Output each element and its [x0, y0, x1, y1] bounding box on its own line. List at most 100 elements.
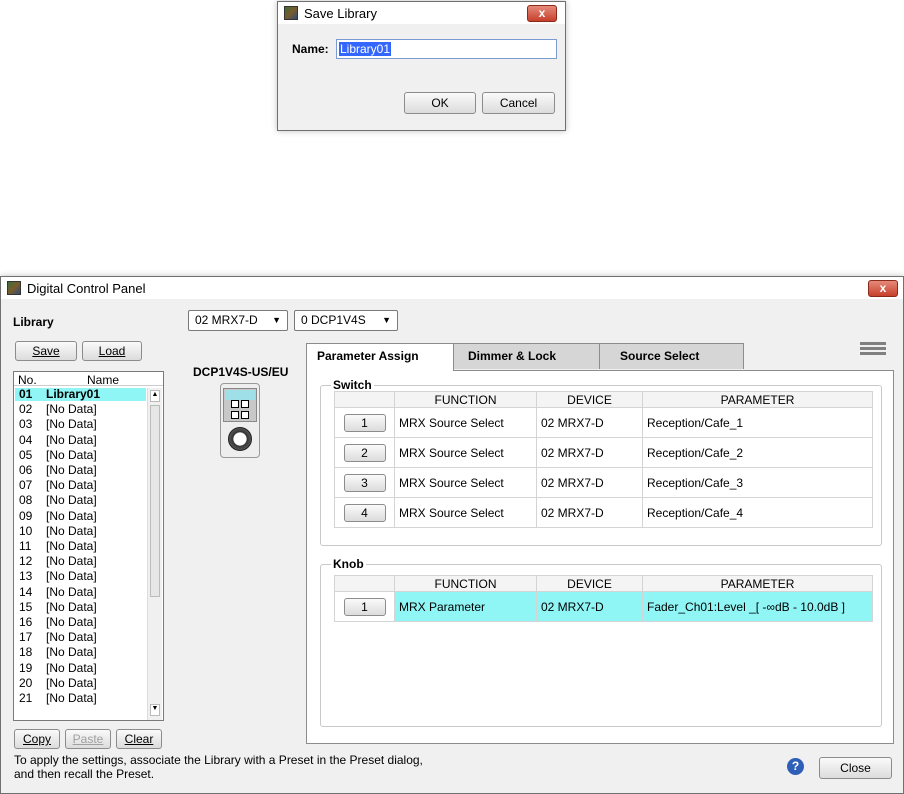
- table-row: 3 MRX Source Select 02 MRX7-D Reception/Caf…: [334, 467, 873, 498]
- list-item-number: 08: [19, 493, 33, 508]
- close-icon[interactable]: x: [527, 5, 557, 22]
- list-item-number: 10: [19, 523, 33, 538]
- list-item-name: [No Data]: [46, 539, 97, 553]
- paste-button[interactable]: Paste: [65, 729, 111, 749]
- parameter-cell[interactable]: Reception/Cafe_4: [642, 497, 873, 528]
- ok-button[interactable]: OK: [404, 92, 476, 114]
- device-cell[interactable]: 02 MRX7-D: [536, 437, 643, 468]
- switch-group: Switch FUNCTION DEVICE PARAMETER 1 MRX So…: [320, 378, 882, 546]
- list-item-number: 18: [19, 645, 33, 660]
- library-label: Library: [13, 315, 54, 329]
- list-item-number: 17: [19, 630, 33, 645]
- close-icon[interactable]: x: [868, 280, 898, 297]
- function-cell[interactable]: MRX Source Select: [394, 437, 537, 468]
- list-item-number: 09: [19, 508, 33, 523]
- list-item[interactable]: 06 [No Data]: [15, 464, 146, 476]
- table-header-row: FUNCTION DEVICE PARAMETER: [334, 575, 873, 592]
- knob-group: Knob FUNCTION DEVICE PARAMETER 1 MRX Para…: [320, 557, 882, 727]
- list-item[interactable]: 18 [No Data]: [15, 646, 146, 658]
- parameter-cell[interactable]: Reception/Cafe_1: [642, 407, 873, 438]
- save-library-dialog: Save Library x Name: Library01 OK Cancel: [277, 1, 566, 131]
- button-cell: 1: [334, 407, 395, 438]
- device-cell[interactable]: 02 MRX7-D: [536, 591, 643, 622]
- button-cell: 4: [334, 497, 395, 528]
- list-item[interactable]: 15 [No Data]: [15, 601, 146, 613]
- list-item[interactable]: 13 [No Data]: [15, 570, 146, 582]
- list-item[interactable]: 02 [No Data]: [15, 403, 146, 415]
- list-item[interactable]: 10 [No Data]: [15, 525, 146, 537]
- list-item-number: 16: [19, 615, 33, 629]
- parameter-cell[interactable]: Reception/Cafe_2: [642, 437, 873, 468]
- tab-parameter-assign[interactable]: Parameter Assign: [306, 343, 454, 371]
- copy-button-label: Copy: [22, 732, 51, 746]
- menu-bar: [860, 347, 886, 350]
- list-scrollbar[interactable]: ▲ ▼: [147, 388, 162, 720]
- device-select[interactable]: 02 MRX7-D ▼: [188, 310, 288, 331]
- list-item-name: [No Data]: [46, 645, 97, 660]
- tab-source-select[interactable]: Source Select: [599, 343, 744, 369]
- save-button-label: Save: [32, 344, 60, 358]
- switch-table: FUNCTION DEVICE PARAMETER 1 MRX Source Se…: [334, 391, 873, 528]
- list-item-name: [No Data]: [46, 675, 97, 690]
- parameter-cell[interactable]: Fader_Ch01:Level _[ -∞dB - 10.0dB ]: [642, 591, 873, 622]
- scroll-up-icon[interactable]: ▲: [150, 390, 160, 402]
- function-cell[interactable]: MRX Source Select: [394, 467, 537, 498]
- assign-button[interactable]: 3: [343, 473, 386, 492]
- clear-button[interactable]: Clear: [116, 729, 162, 749]
- list-item[interactable]: 01 Library01: [15, 388, 146, 401]
- button-cell: 1: [334, 591, 395, 622]
- list-item-name: [No Data]: [46, 660, 97, 675]
- list-item[interactable]: 16 [No Data]: [15, 616, 146, 628]
- list-item[interactable]: 09 [No Data]: [15, 510, 146, 522]
- list-item[interactable]: 17 [No Data]: [15, 631, 146, 643]
- list-item[interactable]: 08 [No Data]: [15, 494, 146, 506]
- list-item[interactable]: 03 [No Data]: [15, 418, 146, 430]
- panel-select[interactable]: 0 DCP1V4S ▼: [294, 310, 398, 331]
- list-item-number: 06: [19, 463, 33, 477]
- device-select-value: 02 MRX7-D: [195, 313, 258, 327]
- switch-group-title: Switch: [331, 378, 374, 392]
- parameter-cell[interactable]: Reception/Cafe_3: [642, 467, 873, 498]
- help-icon[interactable]: ?: [787, 758, 804, 775]
- list-item[interactable]: 05 [No Data]: [15, 449, 146, 461]
- function-cell[interactable]: MRX Source Select: [394, 407, 537, 438]
- list-item-name: [No Data]: [46, 447, 97, 462]
- list-item[interactable]: 21 [No Data]: [15, 692, 146, 704]
- function-cell[interactable]: MRX Source Select: [394, 497, 537, 528]
- list-item[interactable]: 12 [No Data]: [15, 555, 146, 567]
- hint-line: To apply the settings, associate the Lib…: [14, 753, 423, 767]
- function-cell[interactable]: MRX Parameter: [394, 591, 537, 622]
- device-cell[interactable]: 02 MRX7-D: [536, 407, 643, 438]
- assign-button[interactable]: 1: [343, 597, 386, 616]
- assign-button[interactable]: 4: [343, 503, 386, 522]
- copy-button[interactable]: Copy: [14, 729, 60, 749]
- assign-button[interactable]: 1: [343, 413, 386, 432]
- scroll-down-icon[interactable]: ▼: [150, 704, 160, 716]
- load-button[interactable]: Load: [82, 341, 142, 361]
- dialog-title: Save Library: [304, 5, 377, 21]
- col-device-header: DEVICE: [536, 575, 643, 592]
- list-item[interactable]: 04 [No Data]: [15, 434, 146, 446]
- col-function-header: FUNCTION: [394, 391, 537, 408]
- list-item-name: [No Data]: [46, 615, 97, 629]
- list-item[interactable]: 14 [No Data]: [15, 586, 146, 598]
- list-item[interactable]: 20 [No Data]: [15, 677, 146, 689]
- menu-icon[interactable]: [860, 342, 886, 356]
- list-item[interactable]: 07 [No Data]: [15, 479, 146, 491]
- cancel-button[interactable]: Cancel: [482, 92, 555, 114]
- list-item[interactable]: 19 [No Data]: [15, 662, 146, 674]
- table-row: 1 MRX Parameter 02 MRX7-D Fader_Ch01:Level …: [334, 591, 873, 622]
- assign-button[interactable]: 2: [343, 443, 386, 462]
- list-item-number: 12: [19, 554, 33, 569]
- scroll-thumb[interactable]: [150, 405, 160, 597]
- save-button[interactable]: Save: [15, 341, 77, 361]
- list-item[interactable]: 11 [No Data]: [15, 540, 146, 552]
- name-field[interactable]: Library01: [336, 39, 557, 59]
- list-item-name: [No Data]: [46, 493, 97, 508]
- list-item-number: 07: [19, 478, 33, 493]
- close-button[interactable]: Close: [819, 757, 892, 779]
- list-item-name: [No Data]: [46, 599, 97, 614]
- device-cell[interactable]: 02 MRX7-D: [536, 467, 643, 498]
- device-cell[interactable]: 02 MRX7-D: [536, 497, 643, 528]
- tab-dimmer-lock[interactable]: Dimmer & Lock: [453, 343, 600, 369]
